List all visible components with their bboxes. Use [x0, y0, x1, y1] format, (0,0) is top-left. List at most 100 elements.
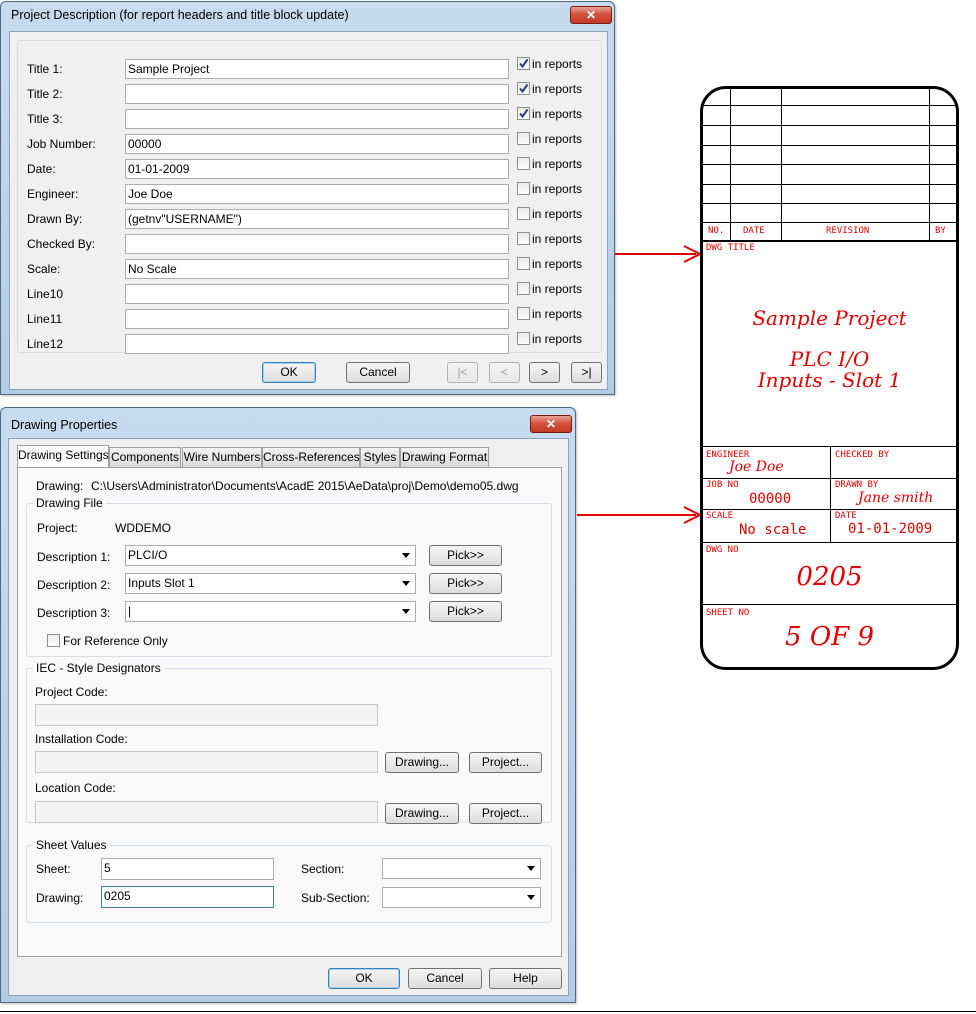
divider	[703, 240, 956, 242]
cancel-button[interactable]: Cancel	[408, 968, 482, 989]
in-reports-checkbox[interactable]	[517, 57, 530, 70]
section-combo[interactable]	[382, 858, 541, 879]
field-label: Date:	[27, 162, 56, 176]
divider	[703, 542, 956, 543]
in-reports-checkbox[interactable]	[517, 157, 530, 170]
in-reports-checkbox[interactable]	[517, 332, 530, 345]
text-field[interactable]: 00000	[125, 134, 509, 154]
in-reports-label: in reports	[532, 257, 583, 271]
in-reports-checkbox[interactable]	[517, 107, 530, 120]
in-reports-label: in reports	[532, 282, 583, 296]
chevron-down-icon[interactable]	[399, 546, 413, 565]
in-reports-checkbox[interactable]	[517, 207, 530, 220]
for-reference-only-checkbox[interactable]	[47, 634, 60, 647]
pick-button-3[interactable]: Pick>>	[429, 601, 502, 622]
divider	[830, 446, 831, 542]
text-field[interactable]: Sample Project	[125, 59, 509, 79]
text-field[interactable]	[125, 334, 509, 354]
close-button[interactable]: ✕	[570, 6, 612, 24]
drawn-by-value: Jane smith	[858, 490, 934, 506]
description-1-combo[interactable]: PLCI/O	[125, 545, 416, 566]
drawing-number-label: Drawing:	[36, 891, 84, 905]
in-reports-label: in reports	[532, 157, 583, 171]
previous-record-button[interactable]: <	[489, 362, 520, 383]
text-field[interactable]	[125, 234, 509, 254]
ok-button[interactable]: OK	[328, 968, 400, 989]
in-reports-checkbox[interactable]	[517, 132, 530, 145]
dwg-title-label: DWG TITLE	[706, 243, 755, 253]
installation-drawing-button[interactable]: Drawing...	[385, 752, 459, 773]
project-code-field[interactable]	[35, 704, 378, 726]
divider	[703, 184, 956, 185]
arrow-to-title-block-bottom	[577, 506, 703, 524]
text-field[interactable]: Joe Doe	[125, 184, 509, 204]
in-reports-checkbox[interactable]	[517, 182, 530, 195]
divider	[703, 478, 956, 479]
in-reports-checkbox[interactable]	[517, 257, 530, 270]
description-1-label: Description 1:	[37, 550, 111, 564]
in-reports-checkbox[interactable]	[517, 82, 530, 95]
pick-button-2[interactable]: Pick>>	[429, 573, 502, 594]
location-code-field[interactable]	[35, 801, 378, 823]
location-code-label: Location Code:	[35, 781, 116, 795]
field-label: Line11	[27, 312, 63, 326]
text-field[interactable]	[125, 109, 509, 129]
next-record-button[interactable]: >	[529, 362, 560, 383]
project-description-dialog: Project Description (for report headers …	[0, 1, 615, 395]
tab-strip: Drawing Settings Components Wire Numbers…	[17, 445, 562, 468]
installation-code-label: Installation Code:	[35, 732, 128, 746]
location-project-button[interactable]: Project...	[469, 803, 542, 824]
sheet-field[interactable]: 5	[101, 858, 274, 880]
text-field[interactable]: (getnv"USERNAME")	[125, 209, 509, 229]
help-button[interactable]: Help	[489, 968, 562, 989]
dialog-title: Drawing Properties	[11, 418, 118, 432]
cancel-button[interactable]: Cancel	[346, 362, 410, 383]
field-label: Line12	[27, 337, 64, 351]
drawing-path-label: Drawing:	[36, 479, 84, 493]
close-button[interactable]: ✕	[530, 415, 572, 433]
divider	[703, 164, 956, 165]
chevron-down-icon[interactable]	[399, 574, 413, 593]
project-code-label: Project Code:	[35, 685, 108, 699]
location-drawing-button[interactable]: Drawing...	[385, 803, 459, 824]
rev-header-no: NO.	[708, 226, 725, 236]
tab-drawing-format[interactable]: Drawing Format	[400, 447, 489, 467]
in-reports-checkbox[interactable]	[517, 232, 530, 245]
tab-components[interactable]: Components	[109, 447, 181, 467]
divider	[703, 446, 956, 447]
chevron-down-icon[interactable]	[524, 888, 538, 907]
pick-button-1[interactable]: Pick>>	[429, 545, 502, 566]
installation-project-button[interactable]: Project...	[469, 752, 542, 773]
description-2-combo[interactable]: Inputs Slot 1	[125, 573, 416, 594]
title-line-3: Inputs - Slot 1	[757, 368, 902, 392]
combo-value: |	[128, 604, 132, 618]
description-3-combo[interactable]: |	[125, 601, 416, 622]
last-record-button[interactable]: >|	[571, 362, 602, 383]
drawing-properties-dialog: Drawing Properties ✕ Drawing Settings Co…	[0, 407, 576, 1003]
first-record-button[interactable]: |<	[447, 362, 478, 383]
text-field[interactable]	[125, 309, 509, 329]
in-reports-checkbox[interactable]	[517, 307, 530, 320]
chevron-down-icon[interactable]	[399, 602, 413, 621]
tab-cross-references[interactable]: Cross-References	[262, 447, 360, 467]
tab-wire-numbers[interactable]: Wire Numbers	[182, 447, 262, 467]
installation-code-field[interactable]	[35, 751, 378, 773]
in-reports-label: in reports	[532, 307, 583, 321]
drawing-path: C:\Users\Administrator\Documents\AcadE 2…	[91, 479, 519, 493]
bottom-divider	[0, 1011, 976, 1012]
ok-button[interactable]: OK	[262, 362, 316, 383]
chevron-down-icon[interactable]	[524, 859, 538, 878]
in-reports-checkbox[interactable]	[517, 282, 530, 295]
tab-drawing-settings[interactable]: Drawing Settings	[17, 445, 109, 468]
sheet-no-value: 5 OF 9	[785, 622, 874, 652]
in-reports-label: in reports	[532, 57, 583, 71]
text-field[interactable]	[125, 84, 509, 104]
combo-value: Inputs Slot 1	[128, 576, 195, 590]
text-field[interactable]: No Scale	[125, 259, 509, 279]
divider	[703, 125, 956, 126]
tab-styles[interactable]: Styles	[360, 447, 400, 467]
drawing-number-field[interactable]: 0205	[101, 886, 274, 908]
sub-section-combo[interactable]	[382, 887, 541, 908]
text-field[interactable]	[125, 284, 509, 304]
text-field[interactable]: 01-01-2009	[125, 159, 509, 179]
